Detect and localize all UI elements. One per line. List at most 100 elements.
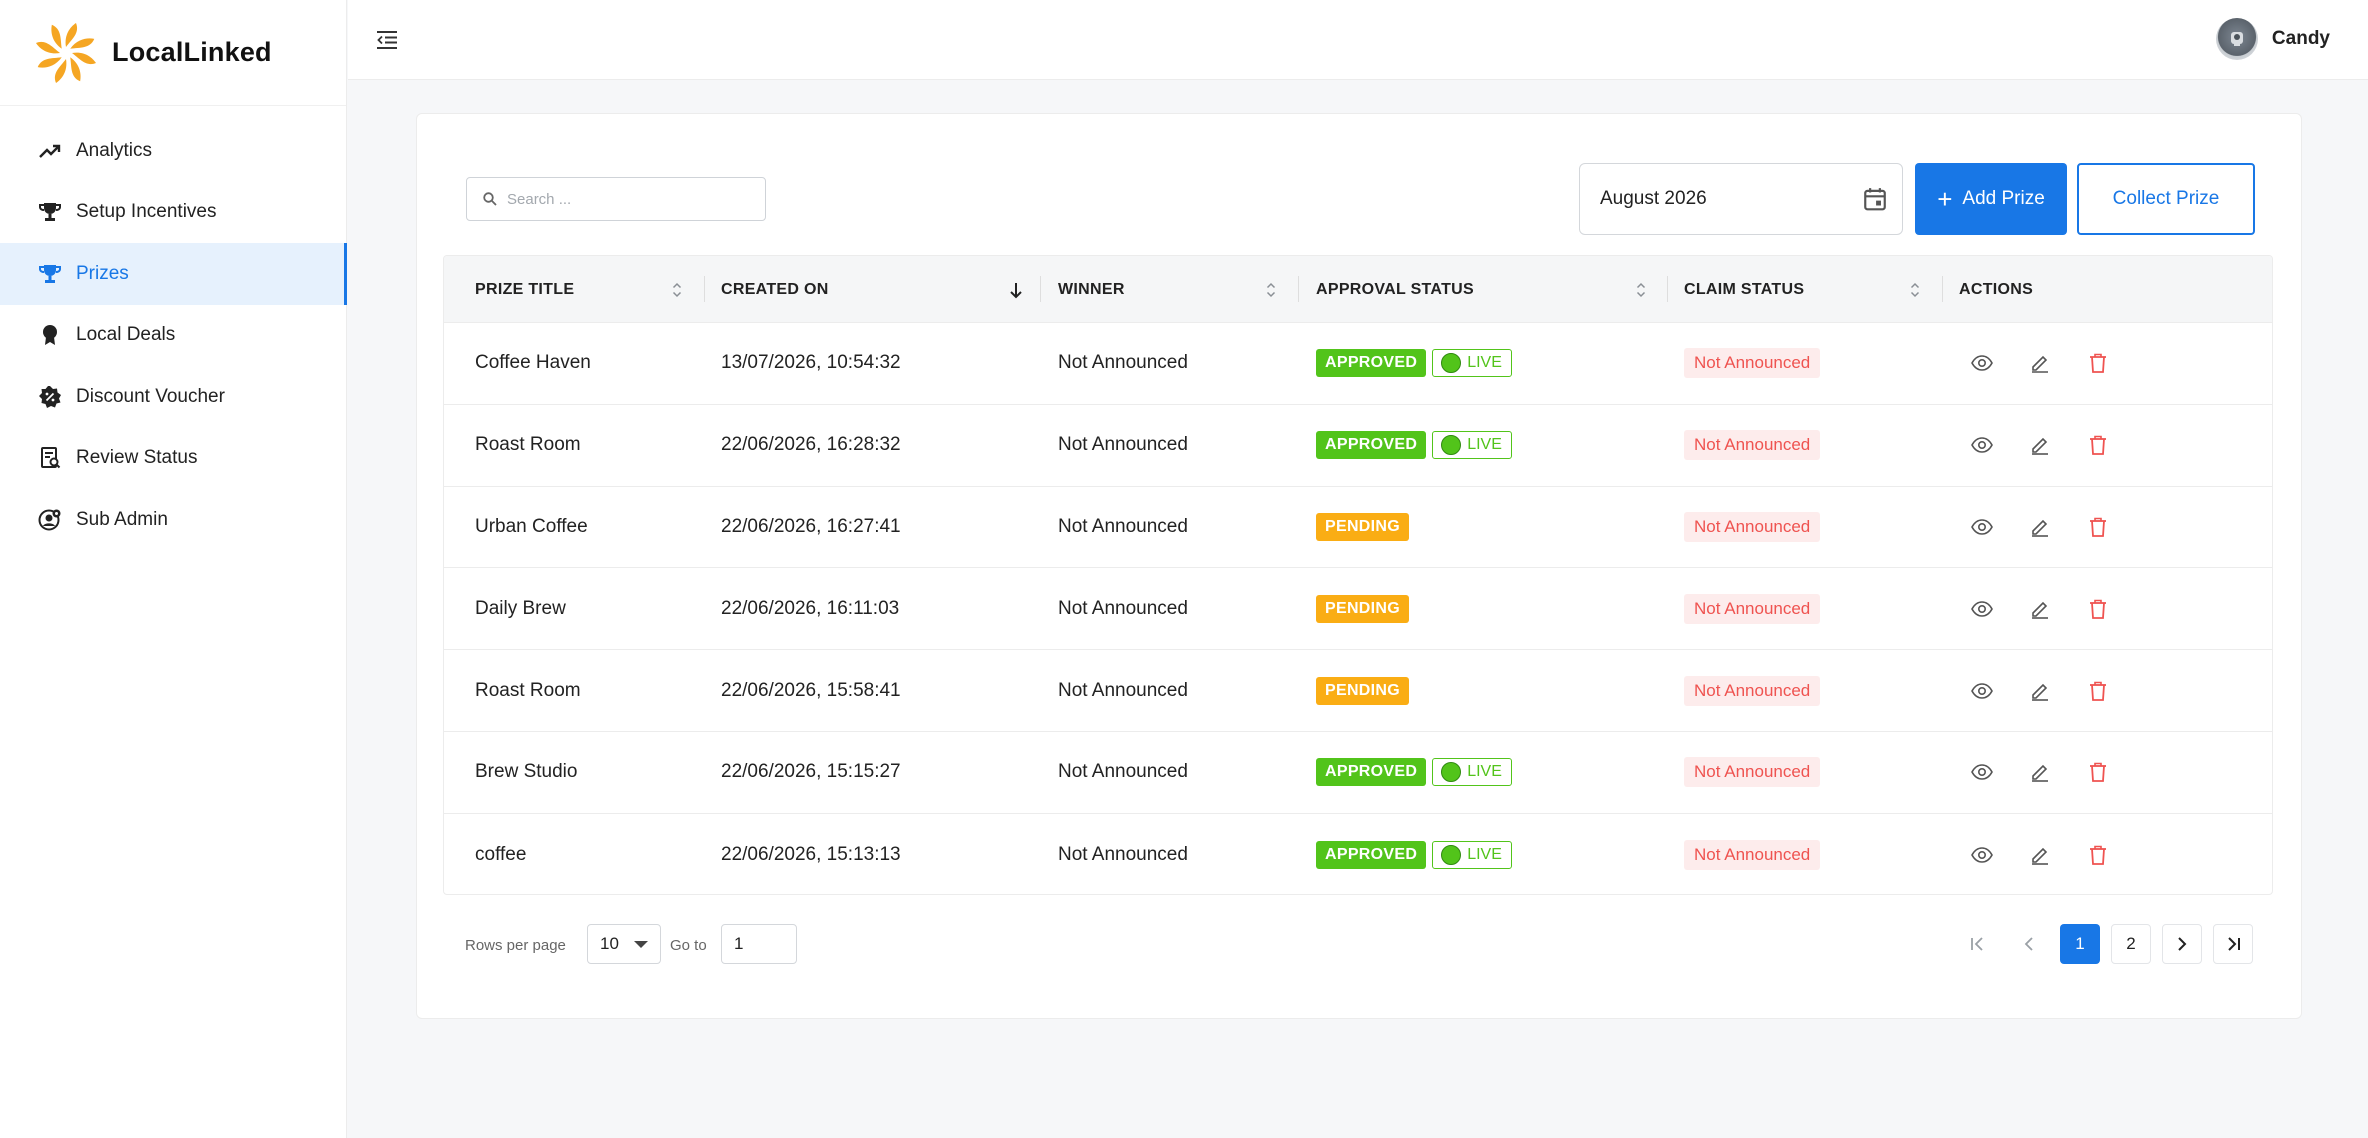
sort-icon[interactable] (1910, 256, 1920, 323)
column-header-prize-title[interactable]: PRIZE TITLE (475, 256, 574, 323)
approval-status: PENDING (1316, 487, 1409, 568)
sidebar-item-analytics[interactable]: Analytics (0, 120, 346, 182)
rows-per-page-value: 10 (600, 934, 619, 953)
pending-badge: PENDING (1316, 512, 1409, 541)
collect-prize-button[interactable]: Collect Prize (2077, 163, 2255, 235)
column-header-winner[interactable]: WINNER (1058, 256, 1125, 323)
trophy-icon (36, 260, 64, 288)
live-dot-icon (1441, 762, 1462, 783)
table-row[interactable]: Roast Room 22/06/2026, 15:58:41 Not Anno… (444, 650, 2272, 732)
search-input[interactable] (507, 190, 737, 208)
table-row[interactable]: Urban Coffee 22/06/2026, 16:27:41 Not An… (444, 487, 2272, 569)
sidebar-item-setup-incentives[interactable]: Setup Incentives (0, 182, 346, 244)
table-row[interactable]: Roast Room 22/06/2026, 16:28:32 Not Anno… (444, 405, 2272, 487)
view-eye-icon[interactable] (1969, 842, 1995, 868)
winner: Not Announced (1058, 597, 1188, 619)
brand[interactable]: LocalLinked (0, 0, 346, 106)
approval-status: PENDING (1316, 650, 1409, 731)
created-on: 13/07/2026, 10:54:32 (721, 352, 901, 374)
table-row[interactable]: coffee 22/06/2026, 15:13:13 Not Announce… (444, 814, 2272, 894)
edit-pencil-icon[interactable] (2027, 759, 2053, 785)
view-eye-icon[interactable] (1969, 350, 1995, 376)
calendar-icon[interactable] (1862, 186, 1888, 212)
column-header-approval-status[interactable]: APPROVAL STATUS (1316, 256, 1474, 323)
row-actions (1969, 323, 2111, 404)
user-avatar-icon (2230, 32, 2243, 46)
sort-icon[interactable] (672, 256, 682, 323)
delete-trash-icon[interactable] (2085, 842, 2111, 868)
claim-status: Not Announced (1684, 732, 1821, 813)
sidebar-item-sub-admin[interactable]: Sub Admin (0, 489, 346, 551)
table-row[interactable]: Brew Studio 22/06/2026, 15:15:27 Not Ann… (444, 732, 2272, 814)
prize-title: Urban Coffee (475, 515, 588, 537)
sidebar-item-discount-voucher[interactable]: Discount Voucher (0, 366, 346, 428)
delete-trash-icon[interactable] (2085, 596, 2111, 622)
discount-badge-icon (36, 383, 64, 411)
winner: Not Announced (1058, 352, 1188, 374)
row-actions (1969, 732, 2111, 813)
page-button-1[interactable]: 1 (2060, 924, 2100, 964)
claim-status: Not Announced (1684, 323, 1821, 404)
previous-page-icon[interactable] (2009, 924, 2049, 964)
edit-pencil-icon[interactable] (2027, 596, 2053, 622)
rows-per-page-label: Rows per page (465, 936, 566, 954)
column-divider (1298, 276, 1299, 302)
month-picker[interactable]: August 2026 (1579, 163, 1903, 235)
edit-pencil-icon[interactable] (2027, 432, 2053, 458)
menu-collapse-icon[interactable] (370, 23, 404, 57)
claim-badge: Not Announced (1684, 675, 1821, 706)
month-picker-value: August 2026 (1600, 188, 1707, 209)
delete-trash-icon[interactable] (2085, 432, 2111, 458)
approval-status: APPROVED LIVE (1316, 323, 1512, 404)
view-eye-icon[interactable] (1969, 596, 1995, 622)
page-button-2[interactable]: 2 (2111, 924, 2151, 964)
claim-badge: Not Announced (1684, 348, 1821, 379)
edit-pencil-icon[interactable] (2027, 514, 2053, 540)
column-divider (704, 276, 705, 302)
column-divider (1942, 276, 1943, 302)
column-header-created-on[interactable]: CREATED ON (721, 256, 829, 323)
column-header-claim-status[interactable]: CLAIM STATUS (1684, 256, 1804, 323)
delete-trash-icon[interactable] (2085, 759, 2111, 785)
user-menu[interactable]: Candy (2215, 18, 2330, 60)
sidebar-item-label: Review Status (76, 447, 198, 469)
view-eye-icon[interactable] (1969, 432, 1995, 458)
add-prize-button[interactable]: + Add Prize (1915, 163, 2067, 235)
column-header-actions: ACTIONS (1959, 280, 2034, 298)
sidebar-item-local-deals[interactable]: Local Deals (0, 305, 346, 367)
next-page-icon[interactable] (2162, 924, 2202, 964)
delete-trash-icon[interactable] (2085, 350, 2111, 376)
sort-icon[interactable] (1636, 256, 1646, 323)
live-dot-icon (1441, 353, 1462, 374)
sidebar-item-label: Setup Incentives (76, 201, 217, 223)
edit-pencil-icon[interactable] (2027, 678, 2053, 704)
delete-trash-icon[interactable] (2085, 678, 2111, 704)
table-row[interactable]: Daily Brew 22/06/2026, 16:11:03 Not Anno… (444, 568, 2272, 651)
first-page-icon[interactable] (1958, 924, 1998, 964)
sidebar-item-review-status[interactable]: Review Status (0, 428, 346, 490)
approval-status: APPROVED LIVE (1316, 732, 1512, 813)
view-eye-icon[interactable] (1969, 678, 1995, 704)
row-actions (1969, 650, 2111, 731)
search-icon (483, 192, 497, 206)
pending-badge: PENDING (1316, 594, 1409, 623)
sort-desc-icon[interactable] (1008, 256, 1024, 323)
edit-pencil-icon[interactable] (2027, 350, 2053, 376)
prize-title: Brew Studio (475, 761, 578, 783)
sort-icon[interactable] (1266, 256, 1276, 323)
delete-trash-icon[interactable] (2085, 514, 2111, 540)
goto-page-input[interactable] (721, 924, 797, 964)
rows-per-page-select[interactable]: 10 (587, 924, 661, 964)
goto-label: Go to (670, 936, 707, 954)
live-label: LIVE (1467, 354, 1502, 372)
view-eye-icon[interactable] (1969, 514, 1995, 540)
brand-logo-icon (36, 22, 96, 83)
avatar (2215, 18, 2258, 60)
search-box[interactable] (466, 177, 766, 221)
table-row[interactable]: Coffee Haven 13/07/2026, 10:54:32 Not An… (444, 323, 2272, 405)
edit-pencil-icon[interactable] (2027, 842, 2053, 868)
user-settings-icon (36, 506, 64, 534)
sidebar-item-prizes[interactable]: Prizes (0, 243, 347, 305)
last-page-icon[interactable] (2213, 924, 2253, 964)
view-eye-icon[interactable] (1969, 759, 1995, 785)
